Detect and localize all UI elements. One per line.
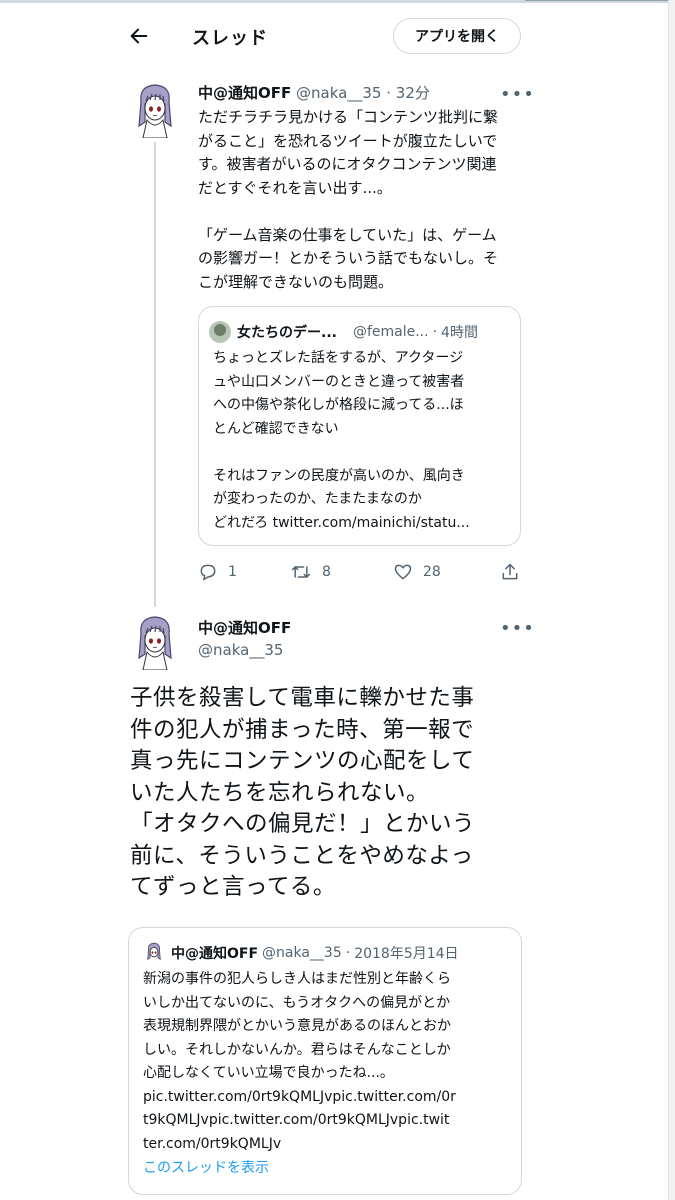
- tweet-text: ただチラチラ見かける「コンテンツ批判に繋 がること」を恐れるツイートが腹立たしい…: [198, 106, 526, 294]
- avatar: [209, 321, 231, 343]
- quoted-tweet-card[interactable]: 女たちのデー... @female... · 4時間 ちょっとズレた話をするが、…: [198, 306, 521, 546]
- author-handle[interactable]: @naka__35: [198, 641, 283, 659]
- tweet-text-line: 前に、そういうことをやめなよっ: [130, 842, 474, 869]
- tweet-text-line: だとすぐそれを言い出す...。: [198, 178, 392, 197]
- quoted-text-line: どれだろ twitter.com/mainichi/statu...: [213, 514, 470, 531]
- share-icon: [502, 563, 518, 580]
- tweet-text-line: ただチラチラ見かける「コンテンツ批判に繋: [198, 108, 499, 126]
- quoted-text-line: いしか出てないのに、もうオタクへの偏見がとか: [143, 994, 451, 1011]
- retweet-count: 8: [322, 564, 331, 580]
- more-icon[interactable]: •••: [500, 84, 535, 105]
- separator-dot: ·: [345, 945, 351, 961]
- author-name[interactable]: 中@通知OFF: [198, 617, 291, 638]
- browser-top-edge: [0, 0, 675, 3]
- quoted-text-line: が変わったのか、たまたまなのか: [213, 491, 422, 507]
- page-title: スレッド: [192, 28, 268, 49]
- tweet-text-line: 件の犯人が捕まった時、第一報で: [130, 716, 475, 743]
- quoted-tweet-card[interactable]: 中@通知OFF @naka__35 · 2018年5月14日 新潟の事件の犯人ら…: [128, 927, 522, 1195]
- tweet-text-line: こが理解できないのも問題。: [198, 272, 394, 291]
- quoted-author-handle: @female...: [352, 324, 429, 340]
- tweet-text-line: 真っ先にコンテンツの心配をして: [130, 748, 475, 774]
- tweet-text-line: の影響ガー！とかそういう話でもないし。そ: [198, 249, 499, 267]
- quoted-tweet-timestamp: 2018年5月14日: [354, 946, 459, 962]
- quoted-text-line: [213, 441, 513, 465]
- like-button[interactable]: 28: [393, 562, 441, 582]
- tweet-text-line: す。被害者がいるのにオタクコンテンツ関連: [198, 155, 497, 173]
- thread-connector-line: [154, 142, 156, 607]
- reply-count: 1: [228, 564, 237, 580]
- avatar[interactable]: [131, 614, 179, 670]
- like-count: 28: [423, 564, 441, 580]
- quoted-tweet-header: 女たちのデー... @female... · 4時間: [209, 321, 478, 343]
- tweet-text-line: [198, 200, 526, 224]
- tweet-header: 中@通知OFF @naka__35 · 32分: [198, 82, 430, 103]
- quoted-text-line: それはファンの民度が高いのか、風向き: [213, 467, 465, 484]
- separator-dot: ·: [432, 324, 438, 340]
- quoted-text-line: 心配しなくていい立場で良かったね...。: [143, 1065, 394, 1081]
- quoted-text-line: 表現規制界隈がとかいう意見があるのほんとおか: [143, 1018, 451, 1034]
- quoted-text-line: t9kQMLJvpic.twitter.com/0rt9kQMLJvpic.tw…: [143, 1112, 450, 1128]
- window-right-edge: [668, 0, 675, 1200]
- tweet-timestamp[interactable]: 32分: [396, 84, 430, 102]
- retweet-button[interactable]: 8: [290, 562, 331, 582]
- quoted-author-name: 中@通知OFF: [171, 946, 259, 962]
- main-tweet-text: 子供を殺害して電車に轢かせた事 件の犯人が捕まった時、第一報で 真っ先にコンテン…: [130, 683, 530, 904]
- show-thread-link[interactable]: このスレッドを表示: [143, 1157, 269, 1177]
- quoted-text-line: ちょっとズレた話をするが、アクタージ: [213, 350, 464, 366]
- quoted-tweet-text: 新潟の事件の犯人らしき人はまだ性別と年齢くら いしか出てないのに、もうオタクへの…: [143, 968, 509, 1156]
- quoted-tweet-text: ちょっとズレた話をするが、アクタージ ュや山口メンバーのときと違って被害者 への…: [213, 347, 513, 535]
- author-handle[interactable]: @naka__35: [296, 84, 381, 102]
- separator-dot: ·: [386, 84, 391, 102]
- quoted-tweet-timestamp: 4時間: [441, 325, 478, 341]
- back-button[interactable]: [125, 22, 153, 50]
- quoted-author-handle: @naka__35: [262, 945, 342, 961]
- avatar[interactable]: [131, 82, 179, 138]
- quoted-text-line: pic.twitter.com/0rt9kQMLJvpic.twitter.co…: [143, 1088, 456, 1105]
- share-button[interactable]: [500, 562, 520, 582]
- quoted-tweet-header: 中@通知OFF @naka__35 · 2018年5月14日: [143, 942, 459, 964]
- reply-button[interactable]: 1: [198, 562, 237, 582]
- tweet-text-line: 「オタクへの偏見だ！」とかいう: [130, 811, 476, 837]
- reply-icon: [200, 564, 216, 581]
- more-icon[interactable]: •••: [500, 618, 535, 639]
- tweet-text-line: 「ゲーム音楽の仕事をしていた」は、ゲーム: [198, 225, 497, 244]
- tweet-text-line: てずっと言ってる。: [130, 874, 336, 900]
- retweet-icon: [291, 566, 311, 578]
- quoted-text-line: しい。それしかないんか。君らはそんなことしか: [143, 1041, 451, 1058]
- tweet-text-line: いた人たちを忘れられない。: [130, 779, 430, 806]
- tweet-actions: 1 8 28: [198, 562, 523, 588]
- tweet-text-line: がること」を恐れるツイートが腹立たしいで: [198, 131, 498, 150]
- avatar: [143, 942, 165, 964]
- quoted-text-line: とんど確認できない: [213, 420, 339, 437]
- like-icon: [394, 564, 412, 580]
- quoted-text-line: 新潟の事件の犯人らしき人はまだ性別と年齢くら: [143, 971, 451, 987]
- author-name[interactable]: 中@通知OFF: [198, 84, 291, 102]
- quoted-text-line: への中傷や茶化しが格段に減ってる...ほ: [213, 397, 464, 413]
- back-arrow-icon: [130, 28, 148, 44]
- thread-header: スレッド アプリを開く: [0, 14, 669, 60]
- quoted-author-name: 女たちのデー...: [237, 325, 337, 341]
- quoted-text-line: ter.com/0rt9kQMLJv: [143, 1135, 282, 1152]
- quoted-text-line: ュや山口メンバーのときと違って被害者: [213, 373, 465, 390]
- tweet-text-line: 子供を殺害して電車に轢かせた事: [130, 685, 475, 711]
- open-app-button[interactable]: アプリを開く: [393, 18, 521, 54]
